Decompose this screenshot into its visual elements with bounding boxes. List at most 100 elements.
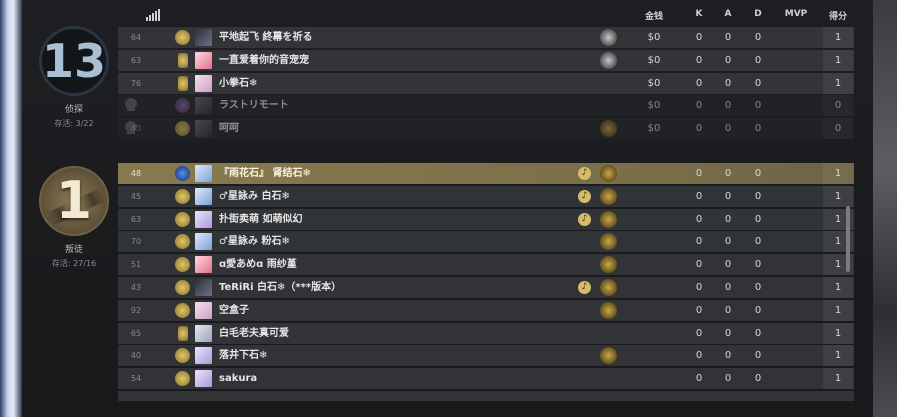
avatar[interactable]: [195, 29, 212, 46]
music-kit-icon: ♪: [578, 167, 591, 180]
kills-value: 0: [695, 123, 703, 135]
scrollbar[interactable]: [846, 206, 850, 272]
player-row[interactable]: 65 白毛老夫真可爱 0 0 0 1: [118, 322, 854, 344]
avatar[interactable]: [195, 256, 212, 274]
player-row-dead[interactable]: ラストリモート $0 0 0 0 0: [118, 95, 854, 117]
mvp-value: [781, 277, 811, 298]
avatar[interactable]: [195, 120, 212, 138]
avatar[interactable]: [195, 233, 212, 251]
player-name: 白毛老夫真可爱: [219, 327, 289, 339]
money-value: $0: [647, 123, 661, 135]
t-team-role: 叛徒: [64, 245, 83, 255]
player-row[interactable]: 70 ♂星詠み 粉石❄ 0 0 0 1: [118, 231, 854, 253]
deaths-value: 0: [754, 123, 762, 135]
player-row[interactable]: 63 一直爱着你的音宠宠 $0 0 0 0 1: [118, 49, 854, 71]
kills-value: 0: [695, 304, 703, 316]
player-row[interactable]: 92 空盒子 0 0 0 1: [118, 299, 854, 321]
avatar[interactable]: [195, 165, 212, 182]
mvp-value: [781, 118, 811, 139]
mvp-value: [781, 27, 811, 48]
mvp-value: [781, 323, 811, 344]
mvp-value: [781, 95, 811, 116]
ct-team-score: 13: [39, 26, 109, 96]
rank-emblem-icon: [175, 302, 190, 318]
deaths-value: 0: [754, 327, 762, 339]
player-row-partial: [118, 390, 854, 401]
player-row[interactable]: 40 落井下石❄ 0 0 0 1: [118, 345, 854, 367]
ping: [126, 95, 146, 116]
player-row[interactable]: 63 扑街卖萌 如萌似幻 ♪ 0 0 0 1: [118, 208, 854, 230]
player-row[interactable]: 51 ɑ愛あめɑ 雨纱堇 0 0 0 1: [118, 254, 854, 276]
avatar[interactable]: [195, 301, 212, 319]
assists-value: 0: [724, 213, 732, 225]
avatar[interactable]: [195, 210, 212, 228]
player-name: 一直爱着你的音宠宠: [219, 54, 309, 66]
assists-value: 0: [724, 77, 732, 89]
mvp-value: [781, 231, 811, 252]
score-column-header[interactable]: 得分: [823, 9, 853, 22]
player-row[interactable]: 43 TeRiRi 白石❄（***版本） ♪ 0 0 0 1: [118, 276, 854, 298]
score-value: 1: [823, 299, 853, 321]
player-row[interactable]: 64 平地起飞 終幕を祈る $0 0 0 0 1: [118, 27, 854, 48]
deaths-value: 0: [754, 190, 762, 202]
mvp-value: [781, 50, 811, 71]
ping: 40: [130, 351, 142, 361]
score-value: 1: [823, 368, 853, 390]
service-medal-icon: [600, 51, 617, 69]
avatar[interactable]: [195, 370, 212, 388]
player-name: ♂星詠み 白石❄: [219, 190, 290, 202]
player-name: 『雨花石』 肾结石❄: [219, 168, 311, 179]
deaths-value: 0: [754, 350, 762, 362]
kills-value: 0: [695, 32, 703, 43]
avatar[interactable]: [195, 278, 212, 296]
ping: 43: [130, 124, 142, 134]
avatar[interactable]: [195, 51, 212, 69]
money-value: $0: [647, 54, 661, 66]
t-team-alive: 存活: 27/16: [51, 259, 97, 268]
avatar[interactable]: [195, 187, 212, 205]
score-value: 1: [823, 163, 853, 184]
score-value: 1: [823, 276, 853, 298]
player-name: 落井下石❄: [219, 350, 268, 362]
kills-value: 0: [695, 54, 703, 66]
mvp-column-header[interactable]: MVP: [781, 9, 811, 19]
deaths-value: 0: [754, 213, 762, 225]
player-row[interactable]: 76 小拳石❄ $0 0 0 0 1: [118, 72, 854, 94]
player-row-dead[interactable]: 43 呵呵 $0 0 0 0 0: [118, 118, 854, 140]
score-value: 1: [823, 72, 853, 94]
deaths-value: 0: [754, 281, 762, 293]
t-team-emblem: 1: [39, 166, 109, 236]
avatar[interactable]: [195, 97, 212, 115]
mvp-value: [781, 254, 811, 275]
kills-column-header[interactable]: K: [684, 9, 714, 19]
assists-value: 0: [724, 373, 732, 385]
assists-value: 0: [724, 32, 732, 43]
service-medal-icon: [600, 120, 617, 138]
ping: 64: [130, 33, 142, 42]
kills-value: 0: [695, 77, 703, 89]
avatar[interactable]: [195, 324, 212, 342]
money-column-header[interactable]: 金钱: [638, 9, 670, 22]
score-value: 1: [823, 185, 853, 207]
service-medal-icon: [600, 347, 617, 365]
kills-value: 0: [695, 213, 703, 225]
money-value: $0: [647, 32, 661, 43]
deaths-column-header[interactable]: D: [743, 9, 773, 19]
player-row[interactable]: 54 sakura 0 0 0 1: [118, 368, 854, 390]
ping: 43: [130, 282, 142, 292]
rank-emblem-icon: [175, 257, 190, 273]
service-medal-icon: [600, 187, 617, 205]
signal-bars-icon: [146, 9, 160, 21]
avatar[interactable]: [195, 74, 212, 92]
player-name: ラストリモート: [219, 100, 289, 112]
assists-column-header[interactable]: A: [713, 9, 743, 19]
rank-emblem-icon: [175, 30, 190, 45]
avatar[interactable]: [195, 347, 212, 365]
service-medal-icon: [600, 210, 617, 228]
player-row[interactable]: 45 ♂星詠み 白石❄ ♪ 0 0 0 1: [118, 185, 854, 207]
player-name: sakura: [219, 373, 258, 385]
player-row-self[interactable]: 48 『雨花石』 肾结石❄ ♪ 0 0 0 1: [118, 163, 854, 184]
rank-emblem-icon: [175, 279, 190, 295]
rank-emblem-icon: [175, 348, 190, 364]
assists-value: 0: [724, 259, 732, 271]
